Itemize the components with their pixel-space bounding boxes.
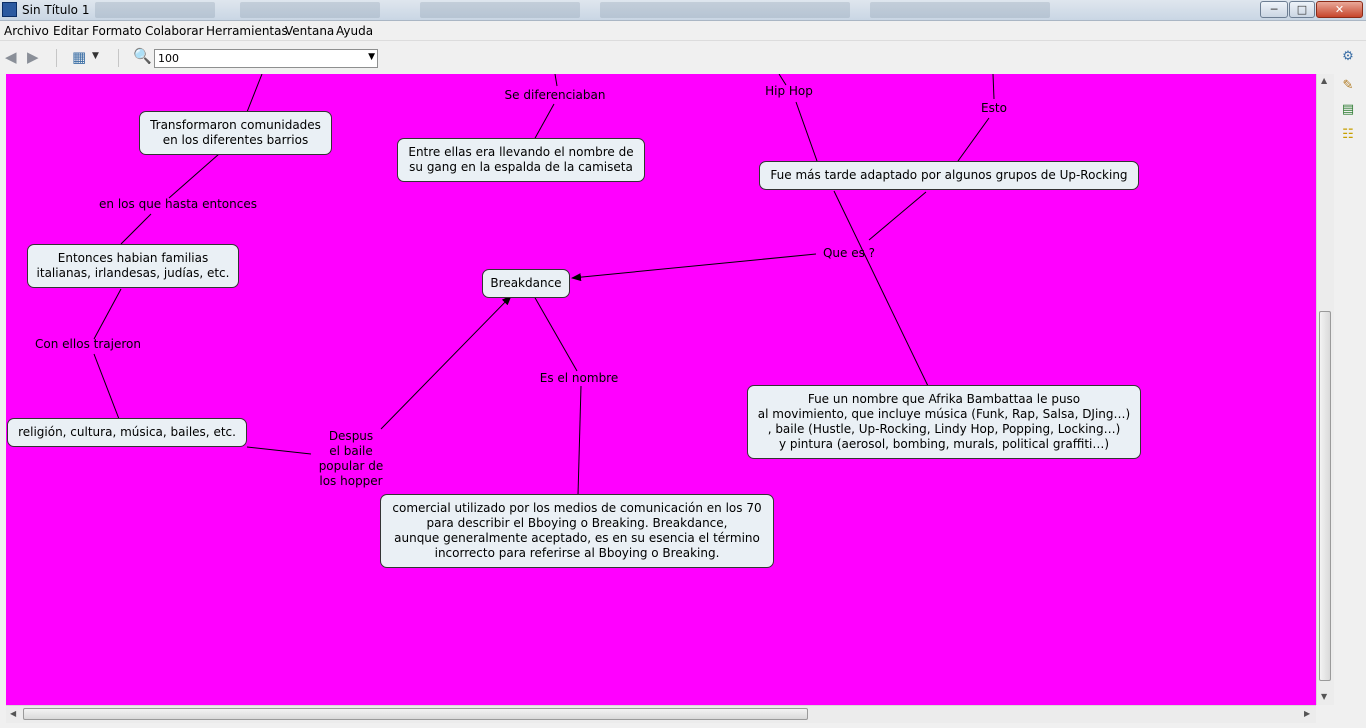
forward-arrow-icon[interactable]: ▶ — [27, 48, 39, 66]
collaboration-icon[interactable]: ☷ — [1340, 127, 1356, 143]
menu-colaborar[interactable]: Colaborar — [145, 24, 204, 38]
concept-religion[interactable]: religión, cultura, música, bailes, etc. — [7, 418, 247, 447]
toolbar-separator — [118, 49, 119, 67]
link-con-ellos[interactable]: Con ellos trajeron — [29, 337, 147, 352]
connector — [120, 213, 152, 245]
help-icon[interactable]: ⚙ — [1340, 49, 1356, 65]
background-tab-ghost — [870, 2, 1050, 18]
menu-editar[interactable]: Editar — [53, 24, 89, 38]
link-se-diferenciaban[interactable]: Se diferenciaban — [498, 88, 612, 103]
chevron-down-icon[interactable]: ▼ — [368, 52, 375, 62]
concept-breakdance[interactable]: Breakdance — [482, 269, 570, 298]
menu-ayuda[interactable]: Ayuda — [336, 24, 373, 38]
vertical-scroll-thumb[interactable] — [1319, 311, 1331, 681]
side-tools: ⚙ ✎ ▤ ☷ — [1334, 40, 1366, 160]
concept-map-canvas[interactable]: Transformaron comunidades en los diferen… — [6, 74, 1316, 705]
link-que-es[interactable]: Que es ? — [811, 246, 887, 261]
menu-formato[interactable]: Formato — [92, 24, 142, 38]
toolbar: ◀ ▶ ▦ ▼ 🔍 100 ▼ — [0, 40, 1366, 75]
close-button[interactable]: ✕ — [1316, 1, 1363, 18]
book-icon[interactable]: ▤ — [1340, 102, 1356, 118]
connector — [246, 74, 263, 113]
horizontal-scroll-thumb[interactable] — [23, 708, 808, 720]
background-tab-ghost — [420, 2, 580, 18]
connector — [833, 190, 929, 387]
link-esto[interactable]: Esto — [972, 101, 1016, 116]
connector — [533, 103, 555, 141]
arrow-connector — [571, 253, 817, 282]
connector — [246, 446, 312, 455]
connector — [93, 353, 120, 420]
background-tab-ghost — [95, 2, 215, 18]
link-hip-hop[interactable]: Hip Hop — [754, 84, 824, 99]
layout-icon[interactable]: ▦ — [72, 48, 86, 66]
background-tab-ghost — [240, 2, 380, 18]
connector — [868, 191, 927, 241]
arrow-connector — [380, 295, 512, 430]
concept-comercial[interactable]: comercial utilizado por los medios de co… — [380, 494, 774, 568]
link-despues[interactable]: Despus el baile popular de los hopper — [309, 429, 393, 489]
concept-afrika[interactable]: Fue un nombre que Afrika Bambattaa le pu… — [747, 385, 1141, 459]
connector — [957, 117, 990, 162]
menu-ventana[interactable]: Ventana — [285, 24, 334, 38]
connector — [577, 385, 582, 496]
zoom-value: 100 — [158, 52, 179, 65]
menu-herramientas[interactable]: Herramientas — [206, 24, 288, 38]
connector — [992, 74, 995, 100]
connector — [168, 153, 220, 199]
zoom-combobox[interactable]: 100 ▼ — [154, 49, 378, 68]
menu-archivo[interactable]: Archivo — [4, 24, 49, 38]
back-arrow-icon[interactable]: ◀ — [5, 48, 17, 66]
minimize-button[interactable]: ─ — [1260, 1, 1288, 18]
background-tab-ghost — [600, 2, 850, 18]
scroll-up-icon[interactable]: ▲ — [1321, 76, 1327, 85]
concept-familias[interactable]: Entonces habian familias italianas, irla… — [27, 244, 239, 288]
concept-fue-mas-tarde[interactable]: Fue más tarde adaptado por algunos grupo… — [759, 161, 1139, 190]
vertical-scrollbar[interactable]: ▲ ▼ — [1316, 74, 1334, 705]
scroll-left-icon[interactable]: ◀ — [10, 709, 16, 718]
link-es-el-nombre[interactable]: Es el nombre — [532, 371, 626, 386]
maximize-button[interactable]: □ — [1289, 1, 1315, 18]
app-icon — [2, 2, 17, 17]
menu-bar: Archivo Editar Formato Colaborar Herrami… — [0, 21, 1366, 40]
horizontal-scrollbar[interactable]: ◀ ▶ — [6, 705, 1316, 723]
zoom-icon: 🔍 — [133, 47, 152, 65]
title-bar: Sin Título 1 ─ □ ✕ — [0, 0, 1366, 21]
connector — [795, 101, 818, 162]
chevron-down-icon[interactable]: ▼ — [92, 51, 99, 61]
connector — [554, 74, 558, 87]
toolbar-separator — [56, 49, 57, 67]
window-title: Sin Título 1 — [22, 3, 90, 17]
scroll-right-icon[interactable]: ▶ — [1304, 709, 1310, 718]
brush-icon[interactable]: ✎ — [1340, 78, 1356, 94]
concept-entre-ellas[interactable]: Entre ellas era llevando el nombre de su… — [397, 138, 645, 182]
connector — [93, 288, 122, 340]
scroll-down-icon[interactable]: ▼ — [1321, 692, 1327, 701]
connector — [533, 295, 578, 372]
link-en-los-que[interactable]: en los que hasta entonces — [88, 197, 268, 212]
concept-transformaron[interactable]: Transformaron comunidades en los diferen… — [139, 111, 332, 155]
